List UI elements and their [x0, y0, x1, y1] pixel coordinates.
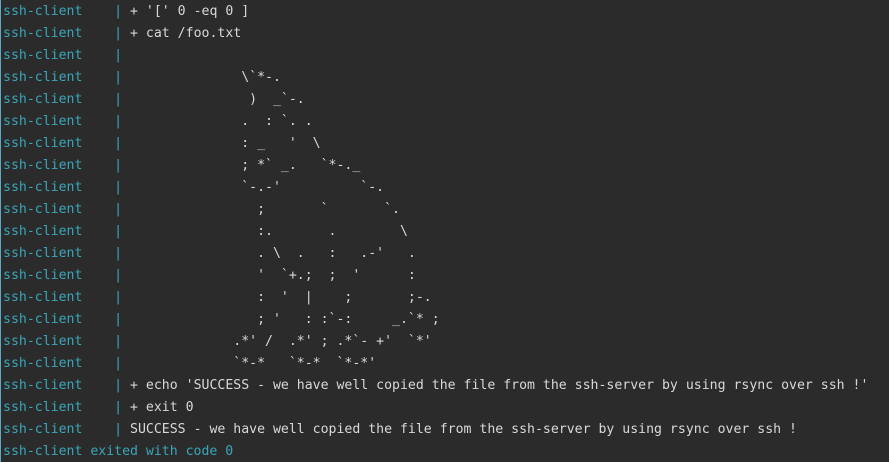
line-separator: | [114, 114, 131, 129]
container-name-prefix: ssh-client [3, 268, 115, 283]
terminal-line: ssh-client | + cat /foo.txt [3, 23, 889, 45]
line-separator: | [114, 356, 131, 371]
terminal-line: ssh-client | ' `+.; ; ' : [3, 265, 889, 287]
line-separator: | [114, 378, 131, 393]
line-separator: | [114, 4, 131, 19]
container-name-prefix: ssh-client [3, 334, 115, 349]
container-name-prefix: ssh-client [3, 290, 115, 305]
line-content: :. . \ [130, 224, 408, 239]
line-content: ; ` `. [130, 202, 400, 217]
terminal-line: ssh-client | : ' | ; ;-. [3, 287, 889, 309]
container-name-prefix: ssh-client [3, 26, 115, 41]
container-name-prefix: ssh-client [3, 70, 115, 85]
exit-status-line: ssh-client exited with code 0 [3, 444, 234, 459]
line-content: : _ ' \ [130, 136, 321, 151]
terminal-line: ssh-client | + '[' 0 -eq 0 ] [3, 1, 889, 23]
line-separator: | [114, 136, 131, 151]
container-name-prefix: ssh-client [3, 92, 115, 107]
line-content: . \ . : .-' . [130, 246, 416, 261]
line-content: .*' / .*' ; .*`- +' `*' [130, 334, 432, 349]
terminal-line: ssh-client | \`*-. [3, 67, 889, 89]
container-name-prefix: ssh-client [3, 422, 115, 437]
terminal-line: ssh-client | + exit 0 [3, 397, 889, 419]
line-separator: | [114, 422, 131, 437]
container-name-prefix: ssh-client [3, 224, 115, 239]
line-content: + '[' 0 -eq 0 ] [130, 4, 250, 19]
line-separator: | [114, 400, 131, 415]
line-content: ' `+.; ; ' : [130, 268, 416, 283]
line-separator: | [114, 92, 131, 107]
terminal-line: ssh-client | + echo 'SUCCESS - we have w… [3, 375, 889, 397]
line-separator: | [114, 26, 131, 41]
line-content: ; *` _. `*-._ [130, 158, 361, 173]
terminal-line: ssh-client | :. . \ [3, 221, 889, 243]
terminal-line: ssh-client | [3, 45, 889, 67]
terminal-line: ssh-client | . : `. . [3, 111, 889, 133]
terminal-line: ssh-client | ; *` _. `*-._ [3, 155, 889, 177]
line-content: `-.-' `-. [130, 180, 385, 195]
container-name-prefix: ssh-client [3, 246, 115, 261]
line-content: ) _`-. [130, 92, 305, 107]
line-content: SUCCESS - we have well copied the file f… [130, 422, 797, 437]
container-name-prefix: ssh-client [3, 48, 115, 63]
terminal-line: ssh-client | ; ` `. [3, 199, 889, 221]
container-name-prefix: ssh-client [3, 136, 115, 151]
terminal-window[interactable]: ssh-client | + '[' 0 -eq 0 ] ssh-client |… [0, 0, 889, 462]
line-separator: | [114, 202, 131, 217]
terminal-line: ssh-client | ) _`-. [3, 89, 889, 111]
line-separator: | [114, 70, 131, 85]
container-name-prefix: ssh-client [3, 180, 115, 195]
line-content: ; ' : :`-: _.`* ; [130, 312, 440, 327]
line-separator: | [114, 312, 131, 327]
line-separator: | [114, 290, 131, 305]
line-content: + echo 'SUCCESS - we have well copied th… [130, 378, 869, 393]
container-name-prefix: ssh-client [3, 202, 115, 217]
line-separator: | [114, 224, 131, 239]
container-name-prefix: ssh-client [3, 312, 115, 327]
line-separator: | [114, 268, 131, 283]
terminal-line: ssh-client | `*-* `*-* `*-*' [3, 353, 889, 375]
line-content: : ' | ; ;-. [130, 290, 432, 305]
terminal-line: ssh-client | . \ . : .-' . [3, 243, 889, 265]
terminal-line: ssh-client | ; ' : :`-: _.`* ; [3, 309, 889, 331]
container-name-prefix: ssh-client [3, 114, 115, 129]
container-name-prefix: ssh-client [3, 356, 115, 371]
terminal-line: ssh-client | : _ ' \ [3, 133, 889, 155]
terminal-line: ssh-client | .*' / .*' ; .*`- +' `*' [3, 331, 889, 353]
line-content: . : `. . [130, 114, 313, 129]
container-name-prefix: ssh-client [3, 378, 115, 393]
line-content: \`*-. [130, 70, 281, 85]
container-name-prefix: ssh-client [3, 400, 115, 415]
container-name-prefix: ssh-client [3, 4, 115, 19]
line-content: + cat /foo.txt [130, 26, 242, 41]
line-separator: | [114, 158, 131, 173]
line-separator: | [114, 48, 131, 63]
line-separator: | [114, 246, 131, 261]
terminal-line: ssh-client | `-.-' `-. [3, 177, 889, 199]
terminal-output: ssh-client | + '[' 0 -eq 0 ] ssh-client |… [3, 1, 889, 462]
line-content: `*-* `*-* `*-*' [130, 356, 377, 371]
container-name-prefix: ssh-client [3, 158, 115, 173]
line-content: + exit 0 [130, 400, 194, 415]
line-separator: | [114, 334, 131, 349]
line-separator: | [114, 180, 131, 195]
terminal-line: ssh-client | SUCCESS - we have well copi… [3, 419, 889, 441]
